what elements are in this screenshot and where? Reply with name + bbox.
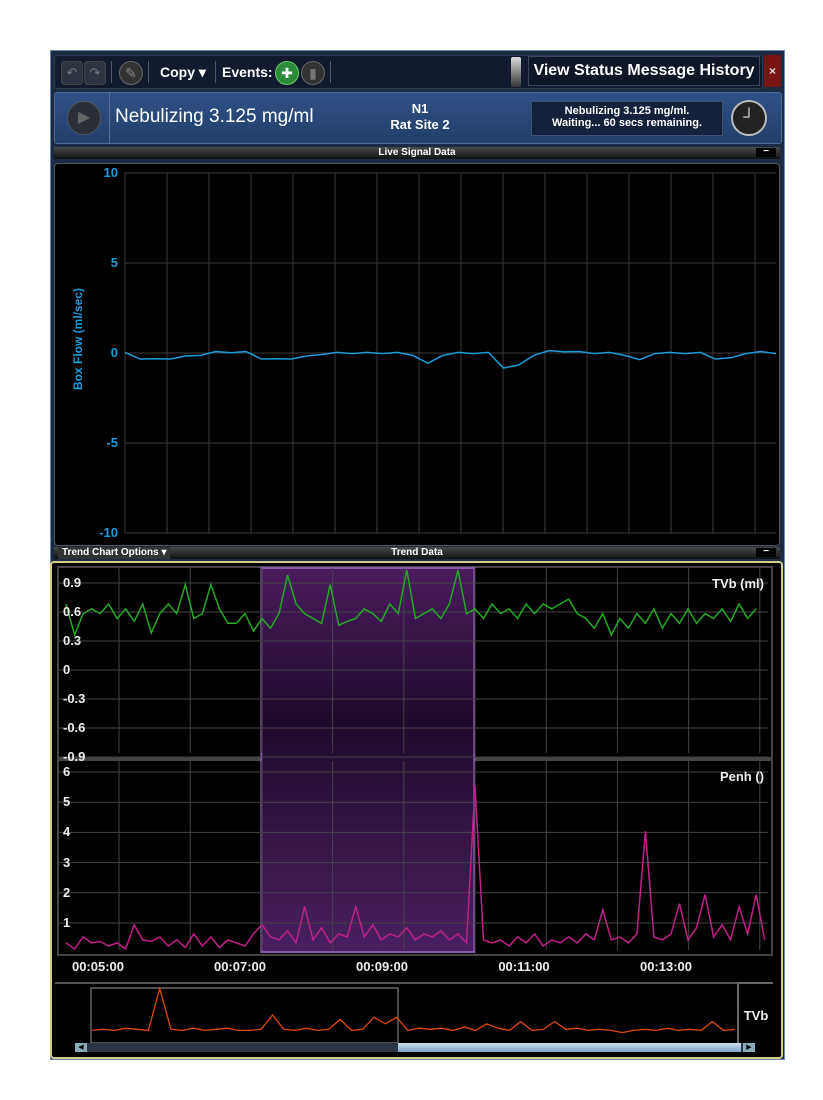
- penh-series-label: Penh (): [719, 769, 764, 784]
- overview-window: [90, 987, 399, 1044]
- penh-y-tick-label: 5: [63, 794, 71, 810]
- overview-line: [91, 986, 736, 1034]
- scroll-thumb[interactable]: [398, 1043, 741, 1052]
- y-tick-label: 0: [110, 345, 118, 360]
- y-tick-label: -10: [99, 525, 118, 540]
- selection-highlight: [260, 567, 476, 953]
- time-axis-label: 00:13:00: [639, 959, 693, 974]
- time-axis-label: 00:11:00: [498, 959, 550, 974]
- y-tick-label: 5: [110, 255, 118, 270]
- overview-label-box: TVb: [737, 982, 773, 1044]
- scroll-left-button[interactable]: ◀: [75, 1043, 87, 1052]
- tvb-y-tick-label: -0.6: [63, 720, 86, 735]
- penh-y-tick-label: 1: [63, 915, 71, 930]
- tvb-y-tick-label: 0.3: [63, 633, 82, 648]
- time-axis-label: 00:05:00: [71, 959, 125, 974]
- penh-y-tick-label: 4: [63, 824, 71, 840]
- plots-layer: [59, 172, 777, 1044]
- tvb-y-tick-label: -0.9: [63, 749, 86, 764]
- penh-y-tick-label: 2: [63, 884, 71, 900]
- penh-y-tick-label: 6: [63, 764, 71, 779]
- tvb-y-tick-label: 0.6: [63, 604, 82, 619]
- overview-scrollbar[interactable]: ◀ ▶: [75, 1043, 755, 1052]
- y-tick-label: 10: [103, 165, 118, 180]
- tvb-y-tick-label: -0.3: [63, 691, 86, 706]
- overview-series-label: TVb: [743, 1008, 769, 1023]
- penh-y-tick-label: 3: [63, 854, 71, 870]
- tvb-y-tick-label: 0: [63, 662, 71, 677]
- y-tick-label: -5: [106, 435, 118, 450]
- tvb-series-label: TVb (ml): [712, 576, 764, 591]
- time-axis-label: 00:07:00: [213, 959, 267, 974]
- time-axis-label: 00:09:00: [355, 959, 409, 974]
- scroll-right-button[interactable]: ▶: [743, 1043, 755, 1052]
- tvb-y-tick-label: 0.9: [63, 575, 82, 590]
